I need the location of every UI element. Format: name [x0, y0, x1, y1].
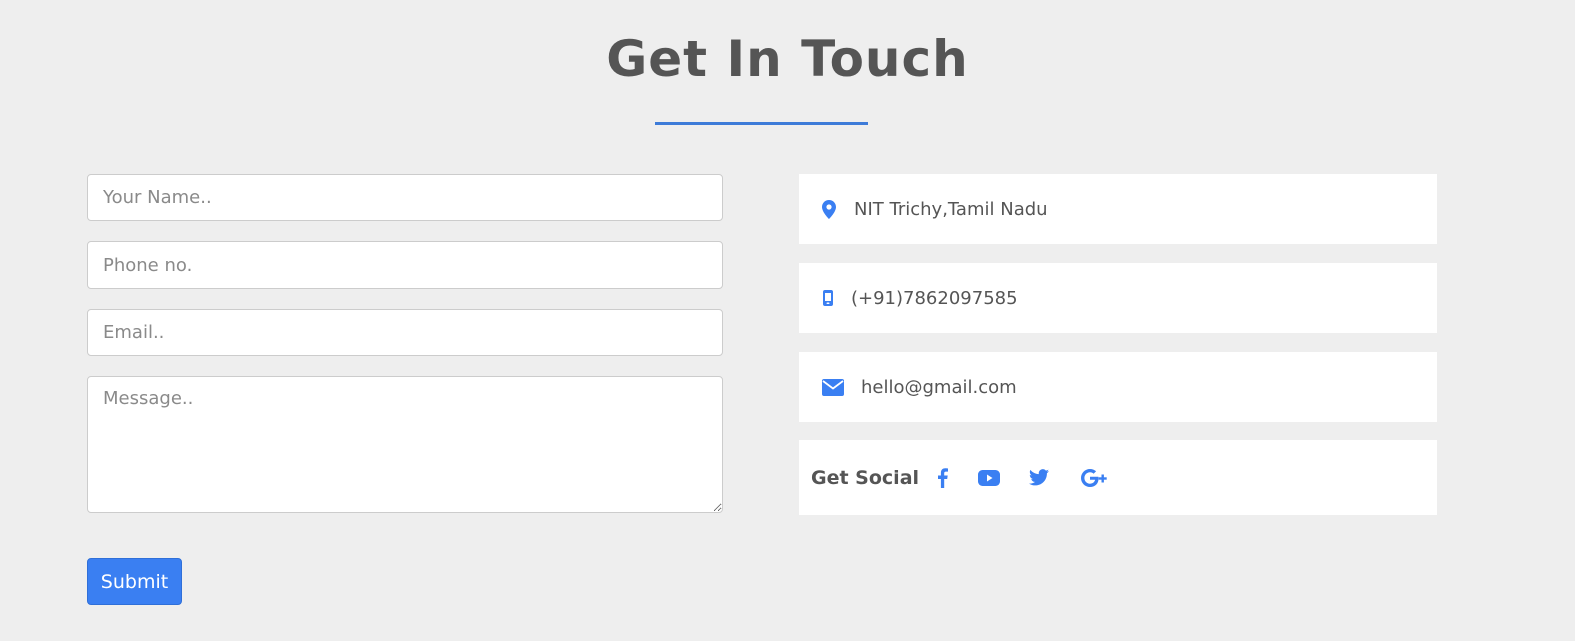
title-underline [655, 122, 868, 125]
social-label: Get Social [811, 466, 920, 489]
twitter-icon[interactable] [1029, 469, 1050, 486]
email-card: hello@gmail.com [799, 352, 1437, 422]
mobile-phone-icon [821, 290, 835, 306]
social-card: Get Social [799, 440, 1437, 515]
facebook-icon[interactable] [937, 467, 949, 488]
address-card: NIT Trichy,Tamil Nadu [799, 174, 1437, 244]
email-input[interactable] [87, 309, 723, 356]
email-text: hello@gmail.com [861, 376, 1017, 398]
name-input[interactable] [87, 174, 723, 221]
address-text: NIT Trichy,Tamil Nadu [854, 198, 1048, 220]
google-plus-icon[interactable] [1081, 468, 1109, 487]
submit-button[interactable]: Submit [87, 558, 182, 605]
map-marker-icon [820, 199, 838, 219]
page-title: Get In Touch [606, 30, 969, 88]
envelope-icon [822, 378, 844, 396]
phone-text: (+91)7862097585 [851, 287, 1018, 309]
youtube-icon[interactable] [978, 469, 1001, 486]
phone-input[interactable] [87, 241, 723, 289]
message-textarea[interactable] [87, 376, 723, 513]
phone-card: (+91)7862097585 [799, 263, 1437, 333]
